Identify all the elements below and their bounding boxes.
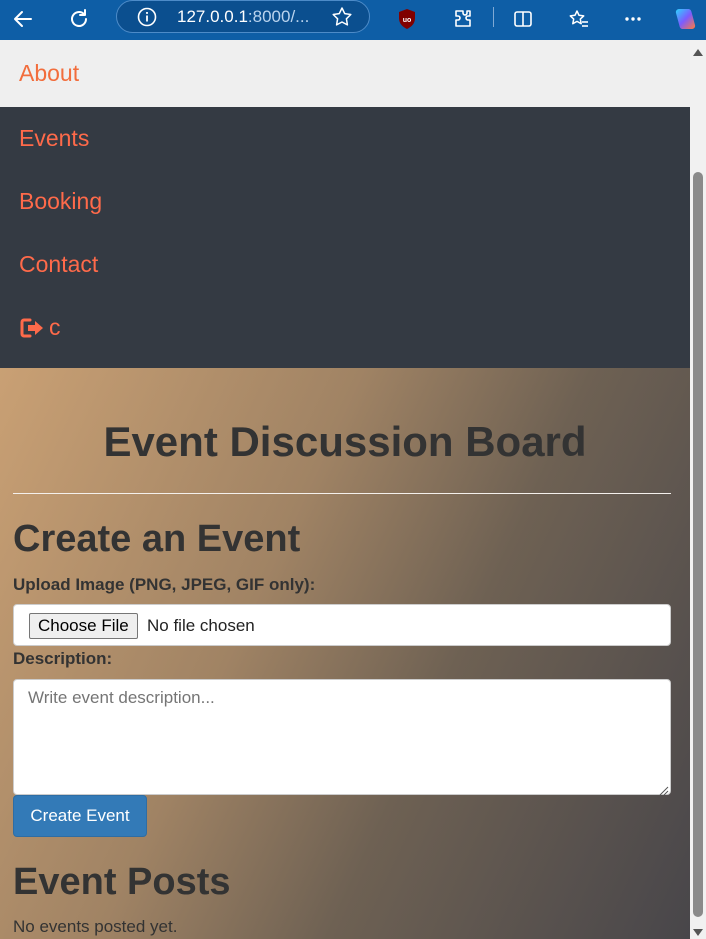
menu-item-contact[interactable]: Contact — [0, 233, 690, 296]
menu-item-label: Booking — [19, 188, 103, 214]
create-event-heading: Create an Event — [13, 518, 301, 560]
menu-item-label: About — [19, 60, 80, 86]
extensions-icon[interactable] — [448, 4, 478, 34]
nav-menu: About Events Booking Contact c — [0, 40, 690, 368]
menu-item-logout[interactable]: c — [0, 296, 690, 359]
file-status-text: No file chosen — [147, 616, 255, 635]
upload-image-label: Upload Image (PNG, JPEG, GIF only): — [13, 575, 316, 594]
split-screen-icon[interactable] — [508, 4, 538, 34]
title-divider — [13, 493, 671, 494]
menu-item-about[interactable]: About — [0, 40, 690, 107]
description-textarea[interactable] — [13, 679, 671, 795]
favorites-icon[interactable] — [564, 4, 594, 34]
menu-item-label: c — [49, 314, 61, 340]
choose-file-button[interactable]: Choose File — [29, 613, 138, 639]
url-text: 127.0.0.1:8000/... — [177, 7, 310, 26]
resize-grip-icon[interactable] — [659, 783, 669, 801]
page-title: Event Discussion Board — [103, 418, 587, 465]
scroll-up-icon[interactable] — [693, 49, 703, 56]
logout-icon — [19, 317, 45, 339]
page-scrollbar[interactable] — [690, 40, 706, 939]
menu-item-booking[interactable]: Booking — [0, 170, 690, 233]
browser-toolbar: 127.0.0.1:8000/... uo — [0, 0, 706, 40]
back-icon[interactable] — [8, 4, 38, 34]
event-posts-heading: Event Posts — [13, 861, 231, 903]
favorite-star-icon[interactable] — [331, 6, 353, 33]
scroll-down-icon[interactable] — [693, 929, 703, 936]
menu-item-label: Contact — [19, 251, 99, 277]
refresh-icon[interactable] — [64, 4, 94, 34]
toolbar-separator — [493, 7, 494, 27]
description-label: Description: — [13, 649, 113, 668]
more-options-icon[interactable] — [618, 4, 648, 34]
empty-posts-text: No events posted yet. — [13, 917, 178, 936]
copilot-icon[interactable] — [670, 4, 700, 34]
site-info-icon[interactable] — [137, 7, 157, 32]
menu-item-label: Events — [19, 125, 90, 151]
menu-item-events[interactable]: Events — [0, 107, 690, 170]
scroll-thumb[interactable] — [693, 172, 703, 917]
ublock-icon[interactable]: uo — [392, 4, 422, 34]
svg-text:uo: uo — [403, 17, 412, 24]
create-event-button[interactable]: Create Event — [13, 795, 147, 837]
image-file-input[interactable]: Choose File No file chosen — [13, 604, 671, 646]
main-content: Event Discussion Board Create an Event U… — [0, 368, 690, 939]
address-bar[interactable]: 127.0.0.1:8000/... — [116, 0, 370, 33]
